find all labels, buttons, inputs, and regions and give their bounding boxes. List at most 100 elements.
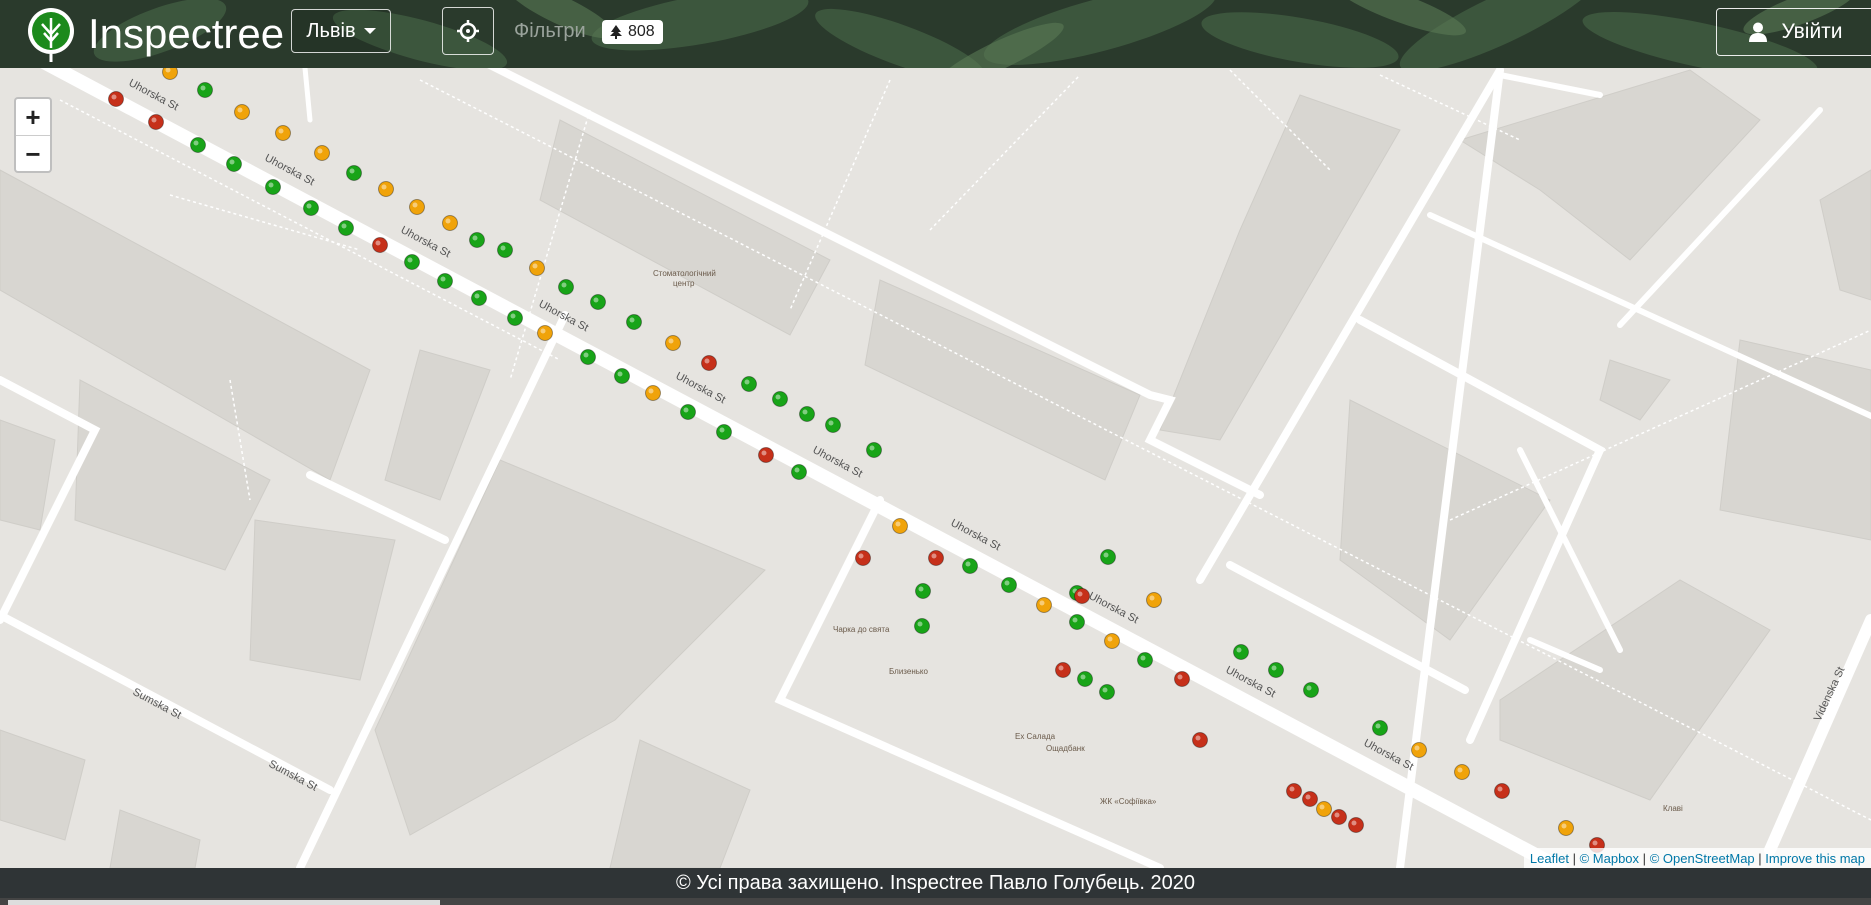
- brand[interactable]: Inspectree: [26, 2, 284, 66]
- crosshair-icon: [457, 20, 479, 42]
- healthy-tree-marker[interactable]: [1372, 720, 1388, 736]
- city-dropdown[interactable]: Львів: [291, 9, 391, 53]
- healthy-tree-marker[interactable]: [1303, 682, 1319, 698]
- warning-tree-marker[interactable]: [409, 199, 425, 215]
- bad-tree-marker[interactable]: [928, 550, 944, 566]
- healthy-tree-marker[interactable]: [558, 279, 574, 295]
- healthy-tree-marker[interactable]: [866, 442, 882, 458]
- osm-link[interactable]: © OpenStreetMap: [1650, 851, 1755, 866]
- tree-map[interactable]: Uhorska St Uhorska St Uhorska St Uhorska…: [0, 68, 1871, 868]
- healthy-tree-marker[interactable]: [962, 558, 978, 574]
- healthy-tree-marker[interactable]: [1268, 662, 1284, 678]
- healthy-tree-marker[interactable]: [1077, 671, 1093, 687]
- healthy-tree-marker[interactable]: [1137, 652, 1153, 668]
- horizontal-scrollbar[interactable]: [0, 898, 1871, 905]
- bad-tree-marker[interactable]: [148, 114, 164, 130]
- warning-tree-marker[interactable]: [234, 104, 250, 120]
- poi-label: Чарка до свята: [833, 625, 890, 634]
- warning-tree-marker[interactable]: [537, 325, 553, 341]
- healthy-tree-marker[interactable]: [190, 137, 206, 153]
- filters-link[interactable]: Фільтри: [514, 20, 586, 43]
- brand-name: Inspectree: [88, 10, 285, 57]
- bad-tree-marker[interactable]: [108, 91, 124, 107]
- healthy-tree-marker[interactable]: [1001, 577, 1017, 593]
- poi-label: ЖК «Софіївка»: [1100, 797, 1157, 806]
- healthy-tree-marker[interactable]: [507, 310, 523, 326]
- healthy-tree-marker[interactable]: [437, 273, 453, 289]
- warning-tree-marker[interactable]: [892, 518, 908, 534]
- healthy-tree-marker[interactable]: [791, 464, 807, 480]
- healthy-tree-marker[interactable]: [799, 406, 815, 422]
- warning-tree-marker[interactable]: [442, 215, 458, 231]
- bad-tree-marker[interactable]: [701, 355, 717, 371]
- warning-tree-marker[interactable]: [529, 260, 545, 276]
- healthy-tree-marker[interactable]: [265, 179, 281, 195]
- warning-tree-marker[interactable]: [1316, 801, 1332, 817]
- healthy-tree-marker[interactable]: [338, 220, 354, 236]
- bad-tree-marker[interactable]: [1331, 809, 1347, 825]
- warning-tree-marker[interactable]: [1104, 633, 1120, 649]
- bad-tree-marker[interactable]: [1192, 732, 1208, 748]
- bad-tree-marker[interactable]: [855, 550, 871, 566]
- warning-tree-marker[interactable]: [378, 181, 394, 197]
- locate-button[interactable]: [442, 7, 494, 55]
- warning-tree-marker[interactable]: [1036, 597, 1052, 613]
- healthy-tree-marker[interactable]: [590, 294, 606, 310]
- warning-tree-marker[interactable]: [665, 335, 681, 351]
- healthy-tree-marker[interactable]: [497, 242, 513, 258]
- improve-map-link[interactable]: Improve this map: [1765, 851, 1865, 866]
- healthy-tree-marker[interactable]: [346, 165, 362, 181]
- footer: © Усі права захищено. Inspectree Павло Г…: [0, 868, 1871, 898]
- healthy-tree-marker[interactable]: [471, 290, 487, 306]
- bad-tree-marker[interactable]: [1302, 791, 1318, 807]
- warning-tree-marker[interactable]: [314, 145, 330, 161]
- bad-tree-marker[interactable]: [1286, 783, 1302, 799]
- city-dropdown-label: Львів: [306, 19, 356, 42]
- login-button[interactable]: Увійти: [1716, 8, 1871, 56]
- healthy-tree-marker[interactable]: [626, 314, 642, 330]
- healthy-tree-marker[interactable]: [404, 254, 420, 270]
- warning-tree-marker[interactable]: [275, 125, 291, 141]
- healthy-tree-marker[interactable]: [614, 368, 630, 384]
- healthy-tree-marker[interactable]: [772, 391, 788, 407]
- separator: |: [1642, 850, 1647, 866]
- zoom-in-button[interactable]: +: [16, 99, 50, 136]
- healthy-tree-marker[interactable]: [716, 424, 732, 440]
- mapbox-link[interactable]: © Mapbox: [1580, 851, 1639, 866]
- healthy-tree-marker[interactable]: [303, 200, 319, 216]
- bad-tree-marker[interactable]: [372, 237, 388, 253]
- healthy-tree-marker[interactable]: [580, 349, 596, 365]
- warning-tree-marker[interactable]: [645, 385, 661, 401]
- bad-tree-marker[interactable]: [758, 447, 774, 463]
- bad-tree-marker[interactable]: [1348, 817, 1364, 833]
- healthy-tree-marker[interactable]: [741, 376, 757, 392]
- healthy-tree-marker[interactable]: [1233, 644, 1249, 660]
- tree-logo-icon: [28, 8, 74, 62]
- scrollbar-thumb[interactable]: [8, 900, 440, 905]
- healthy-tree-marker[interactable]: [226, 156, 242, 172]
- warning-tree-marker[interactable]: [1558, 820, 1574, 836]
- healthy-tree-marker[interactable]: [915, 583, 931, 599]
- healthy-tree-marker[interactable]: [914, 618, 930, 634]
- healthy-tree-marker[interactable]: [680, 404, 696, 420]
- leaflet-link[interactable]: Leaflet: [1530, 851, 1569, 866]
- poi-label: Близенько: [889, 667, 929, 676]
- bad-tree-marker[interactable]: [1494, 783, 1510, 799]
- healthy-tree-marker[interactable]: [1100, 549, 1116, 565]
- separator: |: [1572, 850, 1576, 866]
- bad-tree-marker[interactable]: [1074, 588, 1090, 604]
- zoom-out-button[interactable]: −: [16, 136, 50, 172]
- bad-tree-marker[interactable]: [1174, 671, 1190, 687]
- warning-tree-marker[interactable]: [1411, 742, 1427, 758]
- healthy-tree-marker[interactable]: [1099, 684, 1115, 700]
- separator: |: [1758, 850, 1762, 866]
- healthy-tree-marker[interactable]: [1069, 614, 1085, 630]
- warning-tree-marker[interactable]: [1454, 764, 1470, 780]
- warning-tree-marker[interactable]: [162, 68, 178, 80]
- healthy-tree-marker[interactable]: [197, 82, 213, 98]
- warning-tree-marker[interactable]: [1146, 592, 1162, 608]
- bad-tree-marker[interactable]: [1055, 662, 1071, 678]
- healthy-tree-marker[interactable]: [825, 417, 841, 433]
- healthy-tree-marker[interactable]: [469, 232, 485, 248]
- poi-label: Клаві: [1663, 804, 1683, 813]
